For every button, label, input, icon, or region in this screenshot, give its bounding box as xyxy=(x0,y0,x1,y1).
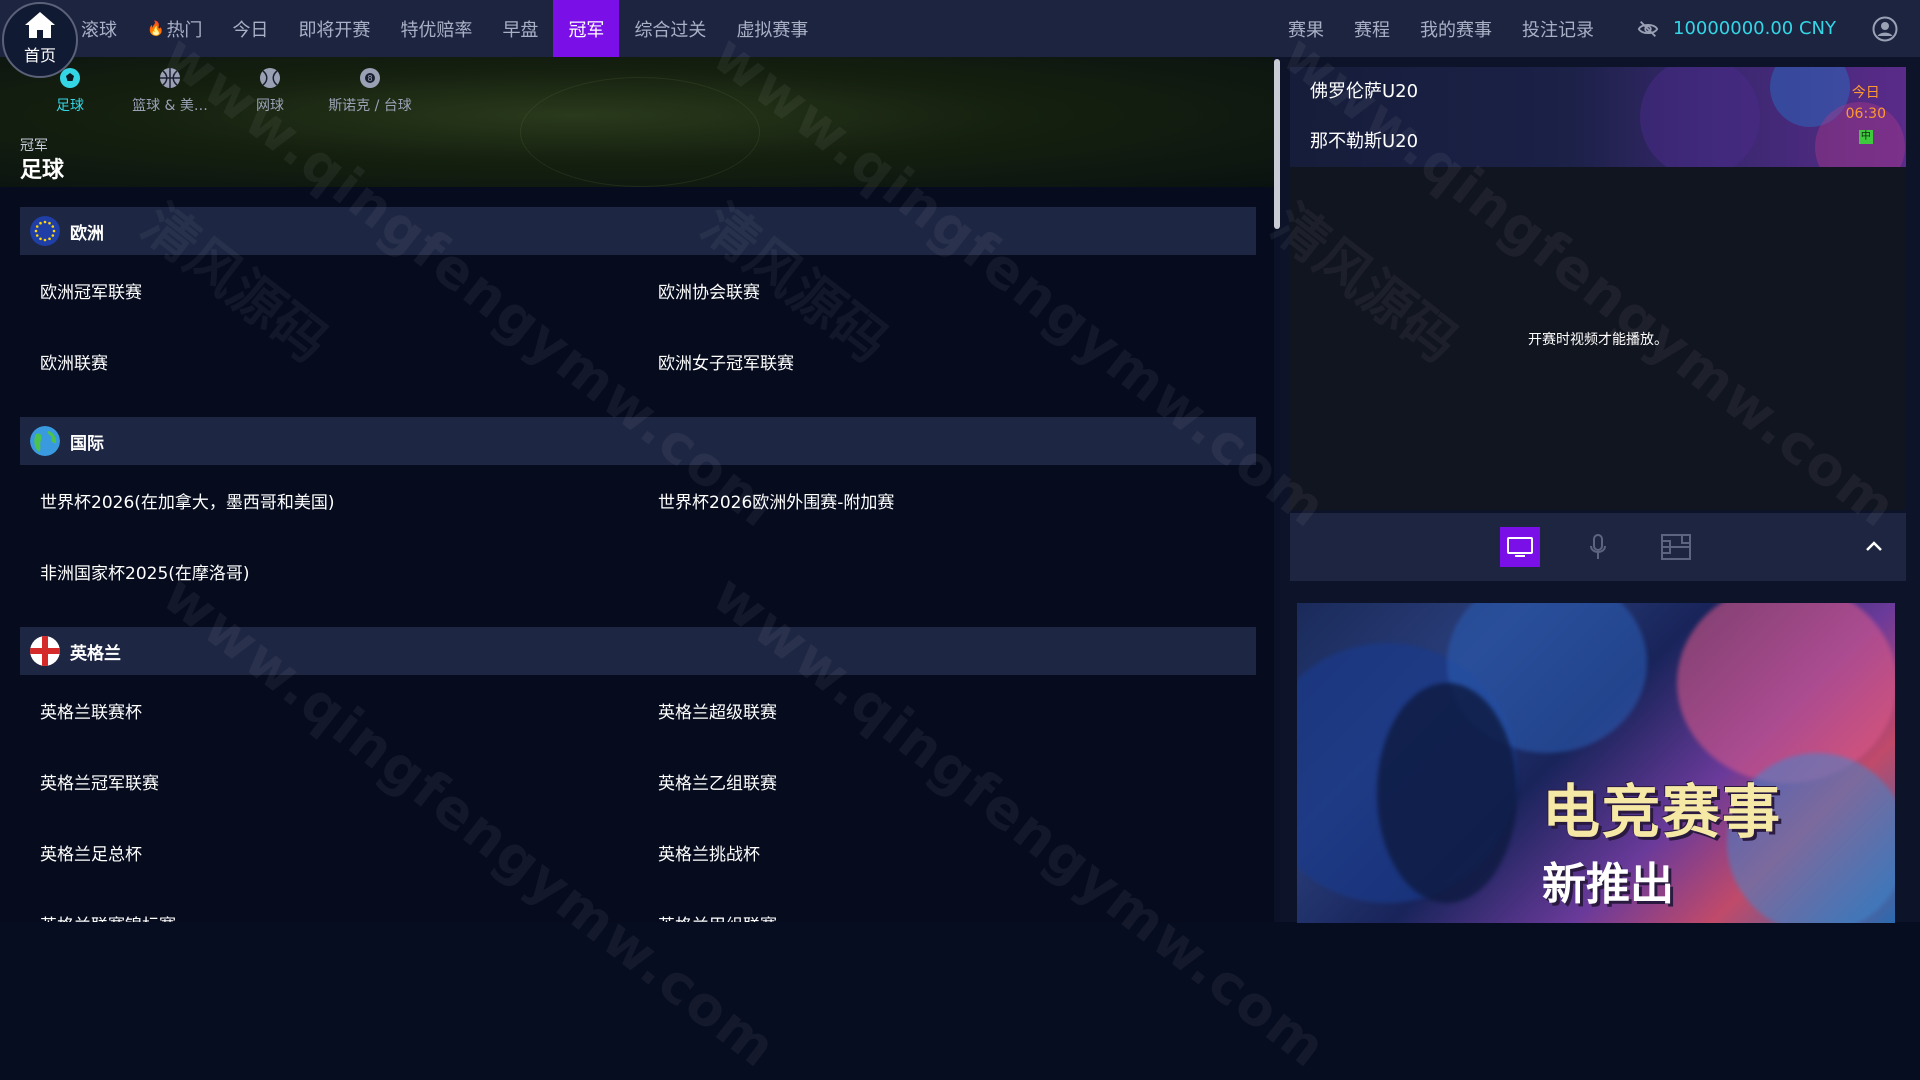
region-section: 欧洲欧洲冠军联赛 欧洲协会联赛 欧洲联赛 欧洲女子冠军联赛 xyxy=(20,207,1256,397)
league-list: 欧洲欧洲冠军联赛 欧洲协会联赛 欧洲联赛 欧洲女子冠军联赛国际世界杯2026(在加拿大… xyxy=(0,187,1276,922)
region-name: 国际 xyxy=(70,433,104,454)
england-flag-icon xyxy=(30,636,60,666)
basketball-icon xyxy=(159,67,181,89)
nav-tab-label: 冠军 xyxy=(568,19,605,41)
flame-icon: 🔥 xyxy=(147,20,165,37)
tv-icon xyxy=(1507,537,1533,557)
sport-tab[interactable]: 网球 xyxy=(220,67,320,115)
nav-tab[interactable]: 特优赔率 xyxy=(385,0,487,57)
nav-tab-label: 滚球 xyxy=(81,19,117,41)
nav-right-link[interactable]: 投注记录 xyxy=(1507,16,1609,42)
nav-tab[interactable]: 🔥 热门 xyxy=(132,0,217,57)
nav-tab-label: 特优赔率 xyxy=(400,19,473,41)
billiard-ball-icon: 8 xyxy=(359,67,381,89)
league-link[interactable]: 英格兰甲组联赛 xyxy=(638,888,1256,922)
video-player[interactable]: 开赛时视频才能播放。 xyxy=(1290,167,1906,510)
away-team: 那不勒斯U20 xyxy=(1310,131,1419,152)
nav-right-link[interactable]: 赛果 xyxy=(1273,16,1339,42)
home-button[interactable]: 首页 xyxy=(2,2,78,78)
svg-text:8: 8 xyxy=(367,74,372,83)
nav-tab-label: 综合过关 xyxy=(634,19,707,41)
league-link[interactable]: 英格兰足总杯 xyxy=(20,817,638,888)
nav-tab-label: 热门 xyxy=(166,19,203,41)
nav-tab[interactable]: 冠军 xyxy=(553,0,620,57)
right-panel: 佛罗伦萨U20 那不勒斯U20 今日 06:30 中 开赛时视频才能播放。 电竞… xyxy=(1280,57,1920,923)
region-section: 英格兰英格兰联赛杯 英格兰超级联赛 英格兰冠军联赛 英格兰乙组联赛 英格兰足总杯 英格兰挑… xyxy=(20,627,1256,922)
field-button[interactable] xyxy=(1656,527,1696,567)
promo-subtitle: 新推出 xyxy=(1542,859,1674,910)
user-avatar-icon[interactable] xyxy=(1872,16,1898,42)
league-link[interactable]: 英格兰超级联赛 xyxy=(638,675,1256,746)
nav-right-link[interactable]: 赛程 xyxy=(1339,16,1405,42)
league-link[interactable]: 非洲国家杯2025(在摩洛哥) xyxy=(20,536,638,607)
globe-icon xyxy=(30,426,60,456)
region-name: 英格兰 xyxy=(70,643,121,664)
nav-tab[interactable]: 今日 xyxy=(217,0,283,57)
top-navigation: 滚球 🔥 热门 今日 即将开赛 特优赔率 早盘 冠军 综合过关 虚拟赛事 赛果 赛程 我的赛事 投注记录… xyxy=(0,0,1920,57)
region-header[interactable]: 国际 xyxy=(20,417,1256,465)
region-header[interactable]: 欧洲 xyxy=(20,207,1256,255)
league-link[interactable]: 欧洲冠军联赛 xyxy=(20,255,638,326)
league-link[interactable]: 英格兰冠军联赛 xyxy=(20,746,638,817)
nav-tab-label: 即将开赛 xyxy=(298,19,371,41)
nav-right-menu: 赛果 赛程 我的赛事 投注记录 10000000.00 CNY xyxy=(1273,0,1920,57)
league-grid: 世界杯2026(在加拿大，墨西哥和美国) 世界杯2026欧洲外围赛-附加赛 非洲国家… xyxy=(20,465,1256,607)
field-decoration xyxy=(520,77,760,187)
tv-button[interactable] xyxy=(1500,527,1540,567)
match-day: 今日 xyxy=(1851,85,1880,101)
league-grid: 欧洲冠军联赛 欧洲协会联赛 欧洲联赛 欧洲女子冠军联赛 xyxy=(20,255,1256,397)
sport-tab-label: 足球 xyxy=(56,98,84,114)
video-message: 开赛时视频才能播放。 xyxy=(1528,331,1668,348)
sport-banner: 足球 篮球 & 美… 网球 8 斯诺克 / 台球 冠军 足球 xyxy=(0,57,1276,187)
nav-right-links: 赛果 赛程 我的赛事 投注记录 xyxy=(1273,16,1609,42)
tennis-ball-icon xyxy=(259,67,281,89)
nav-tab-label: 虚拟赛事 xyxy=(736,19,809,41)
home-team: 佛罗伦萨U20 xyxy=(1310,81,1419,102)
league-link[interactable]: 世界杯2026(在加拿大，墨西哥和美国) xyxy=(20,465,638,536)
match-time: 今日 06:30 中 xyxy=(1846,83,1886,146)
pitch-icon xyxy=(1661,534,1691,560)
video-controls xyxy=(1290,513,1906,581)
sport-tab-label: 网球 xyxy=(256,98,284,114)
league-grid: 英格兰联赛杯英格兰超级联赛英格兰冠军联赛英格兰乙组联赛英格兰足总杯英格兰挑战杯英… xyxy=(20,675,1256,922)
home-label: 首页 xyxy=(23,46,56,65)
nav-tab[interactable]: 虚拟赛事 xyxy=(721,0,823,57)
nav-tab[interactable]: 即将开赛 xyxy=(283,0,385,57)
sport-tab-label: 篮球 & 美… xyxy=(132,98,208,114)
league-link[interactable]: 英格兰挑战杯 xyxy=(638,817,1256,888)
eu-flag-icon xyxy=(30,216,60,246)
esports-promo-banner[interactable]: 电竞赛事 新推出 xyxy=(1297,603,1895,923)
chevron-up-icon[interactable] xyxy=(1862,535,1886,559)
league-link[interactable]: 英格兰联赛杯 xyxy=(20,675,638,746)
promo-title: 电竞赛事 xyxy=(1542,778,1783,846)
league-link[interactable]: 欧洲女子冠军联赛 xyxy=(638,326,1256,397)
balance-display: 10000000.00 CNY xyxy=(1673,18,1836,39)
region-name: 欧洲 xyxy=(70,223,104,244)
nav-tab-label: 今日 xyxy=(232,19,269,41)
nav-tab[interactable]: 早盘 xyxy=(487,0,553,57)
sport-tab-label: 斯诺克 / 台球 xyxy=(328,98,412,114)
region-header[interactable]: 英格兰 xyxy=(20,627,1256,675)
league-link[interactable]: 欧洲联赛 xyxy=(20,326,638,397)
microphone-icon xyxy=(1590,534,1606,559)
league-link[interactable]: 英格兰联赛锦标赛 xyxy=(20,888,638,922)
league-link[interactable]: 世界杯2026欧洲外围赛-附加赛 xyxy=(638,465,1256,536)
match-badge: 中 xyxy=(1858,130,1873,144)
league-link[interactable]: 英格兰乙组联赛 xyxy=(638,746,1256,817)
eye-slash-icon[interactable] xyxy=(1637,18,1659,40)
nav-right-link[interactable]: 我的赛事 xyxy=(1405,16,1507,42)
page-title: 足球 xyxy=(20,158,65,183)
league-link[interactable]: 欧洲协会联赛 xyxy=(638,255,1256,326)
audio-button[interactable] xyxy=(1578,527,1618,567)
match-clock: 06:30 xyxy=(1845,106,1886,122)
region-section: 国际世界杯2026(在加拿大，墨西哥和美国) 世界杯2026欧洲外围赛-附加赛 非洲… xyxy=(20,417,1256,607)
match-card[interactable]: 佛罗伦萨U20 那不勒斯U20 今日 06:30 中 xyxy=(1290,67,1906,167)
nav-menu: 滚球 🔥 热门 今日 即将开赛 特优赔率 早盘 冠军 综合过关 虚拟赛事 xyxy=(66,0,823,57)
nav-tab[interactable]: 综合过关 xyxy=(619,0,721,57)
home-icon xyxy=(25,12,55,38)
sport-tabs: 足球 篮球 & 美… 网球 8 斯诺克 / 台球 xyxy=(20,67,420,115)
sport-tab[interactable]: 8 斯诺克 / 台球 xyxy=(320,67,420,115)
sport-tab[interactable]: 篮球 & 美… xyxy=(120,67,220,115)
nav-tab-label: 早盘 xyxy=(502,19,539,41)
